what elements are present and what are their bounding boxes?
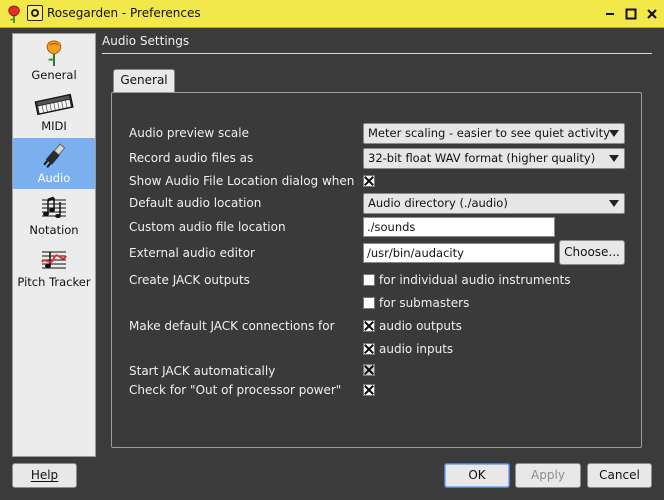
show-location-label: Show Audio File Location dialog when sav… xyxy=(129,174,359,188)
close-icon[interactable] xyxy=(643,5,661,23)
cancel-button[interactable]: Cancel xyxy=(587,463,652,488)
jack-connect-inputs-label: audio inputs xyxy=(379,342,454,356)
chevron-down-icon xyxy=(609,155,619,162)
preview-scale-select[interactable]: Meter scaling - easier to see quiet acti… xyxy=(363,123,625,144)
external-editor-label: External audio editor xyxy=(129,246,255,260)
rose-icon xyxy=(8,5,20,23)
default-location-value: Audio directory (./audio) xyxy=(368,196,508,210)
help-button[interactable]: Help xyxy=(12,463,77,488)
help-button-label: Help xyxy=(30,468,59,482)
cancel-button-label: Cancel xyxy=(599,468,640,482)
title-bar[interactable]: Rosegarden - Preferences xyxy=(0,0,664,28)
jack-connect-inputs-checkbox[interactable] xyxy=(363,343,375,355)
show-location-label-clip: Show Audio File Location dialog when sav… xyxy=(129,174,359,190)
sidebar-item-label: Notation xyxy=(29,223,79,237)
apply-button-label: Apply xyxy=(531,468,565,482)
minimize-icon[interactable] xyxy=(601,5,619,23)
record-format-value: 32-bit float WAV format (higher quality) xyxy=(368,151,596,165)
apply-button[interactable]: Apply xyxy=(515,463,581,488)
sidebar-item-midi[interactable]: MIDI xyxy=(13,86,95,137)
choose-editor-button[interactable]: Choose... xyxy=(559,240,625,265)
default-location-label: Default audio location xyxy=(129,196,262,210)
jack-connections-label: Make default JACK connections for xyxy=(129,319,335,333)
jack-outputs-instruments-checkbox[interactable] xyxy=(363,274,375,286)
sidebar-item-notation[interactable]: Notation xyxy=(13,190,95,241)
jack-outputs-submasters-label: for submasters xyxy=(379,296,470,310)
custom-location-field[interactable]: ./sounds xyxy=(363,217,555,237)
window-menu-icon[interactable] xyxy=(27,5,43,21)
audio-jack-icon xyxy=(43,143,66,168)
start-jack-checkbox[interactable] xyxy=(363,364,375,376)
processor-power-checkbox[interactable] xyxy=(363,384,375,396)
preview-scale-value: Meter scaling - easier to see quiet acti… xyxy=(368,126,610,140)
processor-power-label: Check for "Out of processor power" xyxy=(129,383,342,397)
rose-icon xyxy=(46,40,62,66)
default-location-select[interactable]: Audio directory (./audio) xyxy=(363,193,625,214)
jack-outputs-instruments-label: for individual audio instruments xyxy=(379,273,571,287)
custom-location-label: Custom audio file location xyxy=(129,220,286,234)
sidebar-item-general[interactable]: General xyxy=(13,35,95,86)
jack-connect-outputs-label: audio outputs xyxy=(379,319,462,333)
sidebar-item-pitch-tracker[interactable]: Pitch Tracker xyxy=(13,242,95,293)
preview-scale-label: Audio preview scale xyxy=(129,126,249,140)
notation-icon xyxy=(42,196,66,218)
window-title: Rosegarden - Preferences xyxy=(47,6,201,20)
chevron-down-icon xyxy=(609,200,619,207)
jack-connect-outputs-checkbox[interactable] xyxy=(363,320,375,332)
record-format-label: Record audio files as xyxy=(129,151,254,165)
chevron-down-icon xyxy=(609,130,619,137)
keyboard-icon xyxy=(34,93,74,116)
ok-button[interactable]: OK xyxy=(444,463,510,488)
pitch-tracker-icon xyxy=(41,251,67,269)
section-divider xyxy=(102,53,652,54)
record-format-select[interactable]: 32-bit float WAV format (higher quality) xyxy=(363,148,625,169)
ok-button-label: OK xyxy=(468,468,486,482)
section-title: Audio Settings xyxy=(102,34,190,48)
preferences-sidebar: General MIDI Audio Notation Pitch Tracke… xyxy=(12,33,96,457)
sidebar-item-label: MIDI xyxy=(41,119,67,133)
maximize-icon[interactable] xyxy=(622,5,640,23)
sidebar-item-audio[interactable]: Audio xyxy=(13,138,95,189)
jack-outputs-submasters-checkbox[interactable] xyxy=(363,297,375,309)
tab-general[interactable]: General xyxy=(113,69,175,92)
sidebar-item-label: Audio xyxy=(37,171,71,185)
jack-outputs-label: Create JACK outputs xyxy=(129,273,250,287)
sidebar-item-label: General xyxy=(31,68,77,82)
show-location-checkbox[interactable] xyxy=(363,175,375,187)
external-editor-field[interactable]: /usr/bin/audacity xyxy=(363,243,555,263)
start-jack-label: Start JACK automatically xyxy=(129,364,276,378)
sidebar-item-label: Pitch Tracker xyxy=(17,275,91,289)
